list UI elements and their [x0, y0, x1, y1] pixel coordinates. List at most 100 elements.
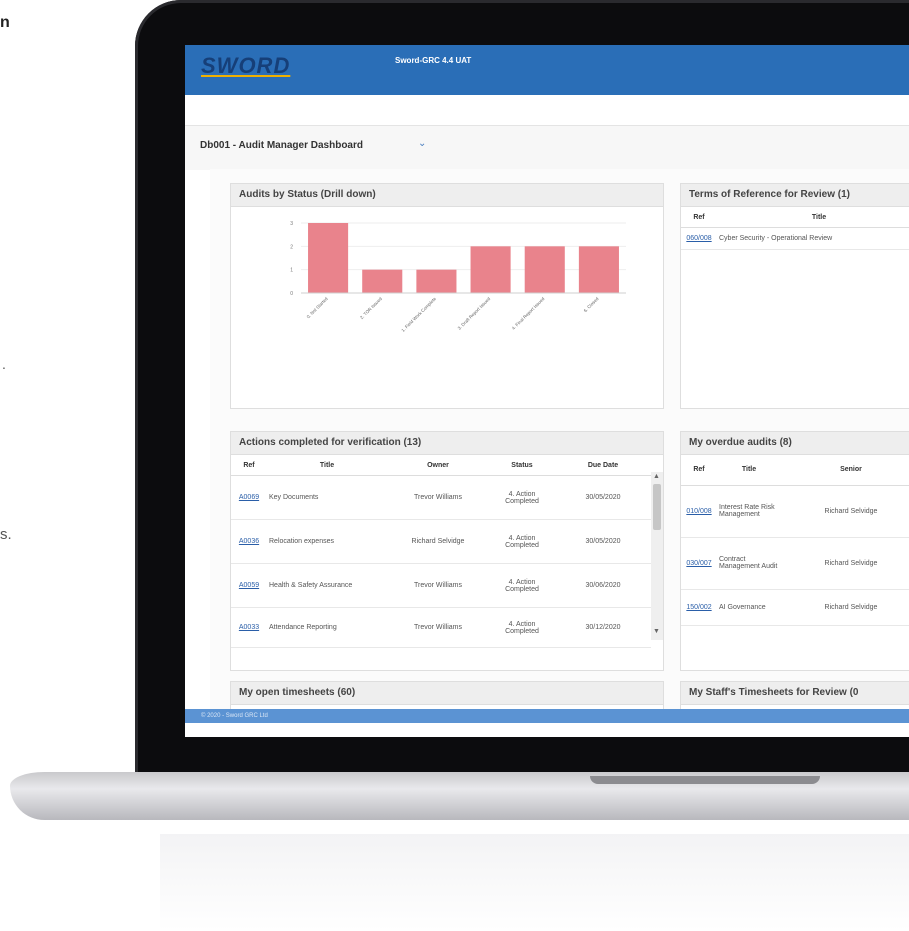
table-cell: Interest Rate Risk Management	[717, 485, 781, 538]
column-header: Status	[489, 455, 555, 476]
laptop-screen: SWORD Sword-GRC 4.4 UAT Db001 - Audit Ma…	[185, 45, 909, 737]
table-cell: Richard Selvidge	[781, 485, 909, 538]
ref-link[interactable]: A0036	[231, 519, 267, 564]
table-cell: 30/05/2020	[555, 519, 651, 564]
table-row: 060/008 Cyber Security - Operational Rev…	[681, 227, 909, 250]
panel-title: My overdue audits (8)	[681, 432, 909, 455]
chart-bar[interactable]	[362, 269, 403, 293]
laptop-hinge-notch	[590, 776, 820, 784]
panel-title: Actions completed for verification (13)	[231, 432, 663, 455]
column-header: Ref	[231, 455, 267, 476]
column-header: Owner	[387, 455, 489, 476]
table-row: A0059 Health & Safety Assurance Trevor W…	[231, 563, 651, 608]
table-cell: Richard Selvidge	[781, 589, 909, 626]
actions-scrollbar[interactable]: ▲ ▼	[651, 472, 663, 640]
terms-of-reference-panel: Terms of Reference for Review (1) Ref Ti…	[680, 183, 909, 409]
x-tick-label: 1. Field Work Complete	[400, 296, 437, 333]
app-footer: © 2020 - Sword GRC Ltd	[185, 709, 909, 723]
column-header: Title	[267, 455, 387, 476]
panel-title: My Staff's Timesheets for Review (0	[681, 682, 909, 705]
column-header: Title	[717, 455, 781, 486]
table-cell: 4. Action Completed	[489, 563, 555, 608]
table-row: 010/008 Interest Rate Risk Management Ri…	[681, 485, 909, 538]
x-tick-label: 6. Closed	[583, 296, 600, 313]
column-header: Title	[717, 207, 909, 228]
y-tick-label: 0	[290, 291, 293, 297]
table-row: A0033 Attendance Reporting Trevor Willia…	[231, 607, 651, 648]
scroll-up-icon[interactable]: ▲	[653, 473, 660, 480]
toolbar-strip	[185, 95, 909, 126]
chart-bar[interactable]	[578, 246, 619, 293]
table-cell: Trevor Williams	[387, 563, 489, 608]
table-cell: Key Documents	[267, 475, 387, 520]
table-cell: Richard Selvidge	[387, 519, 489, 564]
scroll-thumb[interactable]	[653, 484, 661, 530]
table-cell: 30/06/2020	[555, 563, 651, 608]
table-cell: 4. Action Completed	[489, 475, 555, 520]
table-cell: Health & Safety Assurance	[267, 563, 387, 608]
chart-bar[interactable]	[470, 246, 511, 293]
column-header: Due Date	[555, 455, 651, 476]
actions-completed-panel: Actions completed for verification (13) …	[230, 431, 664, 671]
ref-link[interactable]: 030/007	[681, 537, 717, 590]
panel-title: My open timesheets (60)	[231, 682, 663, 705]
audits-by-status-panel: Audits by Status (Drill down) 0 1 2 3 0. Not…	[230, 183, 664, 409]
dashboard-content: Audits by Status (Drill down) 0 1 2 3 0. Not…	[210, 169, 909, 713]
y-tick-label: 3	[290, 221, 293, 227]
chevron-down-icon[interactable]: ⌄	[418, 138, 426, 149]
table-row: 150/002 AI Governance Richard Selvidge	[681, 589, 909, 626]
column-header: Ref	[681, 207, 717, 228]
ref-link[interactable]: 010/008	[681, 485, 717, 538]
panel-title: Terms of Reference for Review (1)	[681, 184, 909, 207]
ref-link[interactable]: 150/002	[681, 589, 717, 626]
table-cell: Trevor Williams	[387, 607, 489, 648]
app-title: Sword-GRC 4.4 UAT	[395, 56, 472, 65]
table-header-row: Ref Title Senior	[681, 455, 909, 486]
terms-table: Ref Title 060/008 Cyber Security - Opera…	[681, 207, 909, 250]
table-row: A0069 Key Documents Trevor Williams 4. A…	[231, 475, 651, 520]
x-tick-label: 2. TOR Issued	[359, 296, 383, 320]
x-tick-label: 0. Not Started	[306, 296, 330, 320]
cropped-text-fragment-period: .	[2, 356, 6, 372]
ref-link[interactable]: 060/008	[681, 227, 717, 250]
overdue-audits-panel: My overdue audits (8) Ref Title Senior 0…	[680, 431, 909, 671]
panel-title[interactable]: Audits by Status (Drill down)	[231, 184, 663, 207]
y-tick-label: 2	[290, 244, 293, 250]
cropped-text-fragment: s.	[0, 526, 12, 543]
table-cell: 4. Action Completed	[489, 607, 555, 648]
table-cell: 4. Action Completed	[489, 519, 555, 564]
table-cell: 30/12/2020	[555, 607, 651, 648]
table-cell: Attendance Reporting	[267, 607, 387, 648]
table-cell: Richard Selvidge	[781, 537, 909, 590]
table-row: A0036 Relocation expenses Richard Selvid…	[231, 519, 651, 564]
sword-logo[interactable]: SWORD	[201, 53, 290, 79]
column-header: Senior	[781, 455, 909, 486]
table-header-row: Ref Title	[681, 207, 909, 228]
table-cell: Cyber Security - Operational Review	[717, 227, 909, 250]
table-header-row: Ref Title Owner Status Due Date	[231, 455, 651, 476]
overdue-table: Ref Title Senior 010/008 Interest Rate R…	[681, 455, 909, 626]
dashboard-title: Db001 - Audit Manager Dashboard	[200, 140, 363, 151]
cropped-heading-fragment: n	[0, 14, 10, 31]
x-tick-label: 3. Draft Report Issued	[457, 296, 492, 331]
ref-link[interactable]: A0033	[231, 607, 267, 648]
table-cell: AI Governance	[717, 589, 781, 626]
table-cell: Relocation expenses	[267, 519, 387, 564]
chart-bar[interactable]	[416, 269, 457, 293]
app-header: SWORD Sword-GRC 4.4 UAT	[185, 45, 909, 95]
actions-table: Ref Title Owner Status Due Date A0069 Ke…	[231, 455, 651, 648]
audits-status-chart: 0 1 2 3 0. Not Started 2. TOR Issued 1. Field …	[290, 221, 626, 333]
ref-link[interactable]: A0069	[231, 475, 267, 520]
chart-bar[interactable]	[308, 223, 349, 293]
laptop-reflection	[160, 834, 909, 931]
table-row: 030/007 Contract Management Audit Richar…	[681, 537, 909, 590]
table-cell: Trevor Williams	[387, 475, 489, 520]
x-tick-label: 4. Final Report Issued	[511, 296, 546, 331]
table-cell: 30/05/2020	[555, 475, 651, 520]
column-header: Ref	[681, 455, 717, 486]
ref-link[interactable]: A0059	[231, 563, 267, 608]
table-cell: Contract Management Audit	[717, 537, 781, 590]
dashboard-bar: Db001 - Audit Manager Dashboard ⌄	[185, 126, 909, 170]
scroll-down-icon[interactable]: ▼	[653, 628, 660, 635]
chart-bar[interactable]	[524, 246, 565, 293]
